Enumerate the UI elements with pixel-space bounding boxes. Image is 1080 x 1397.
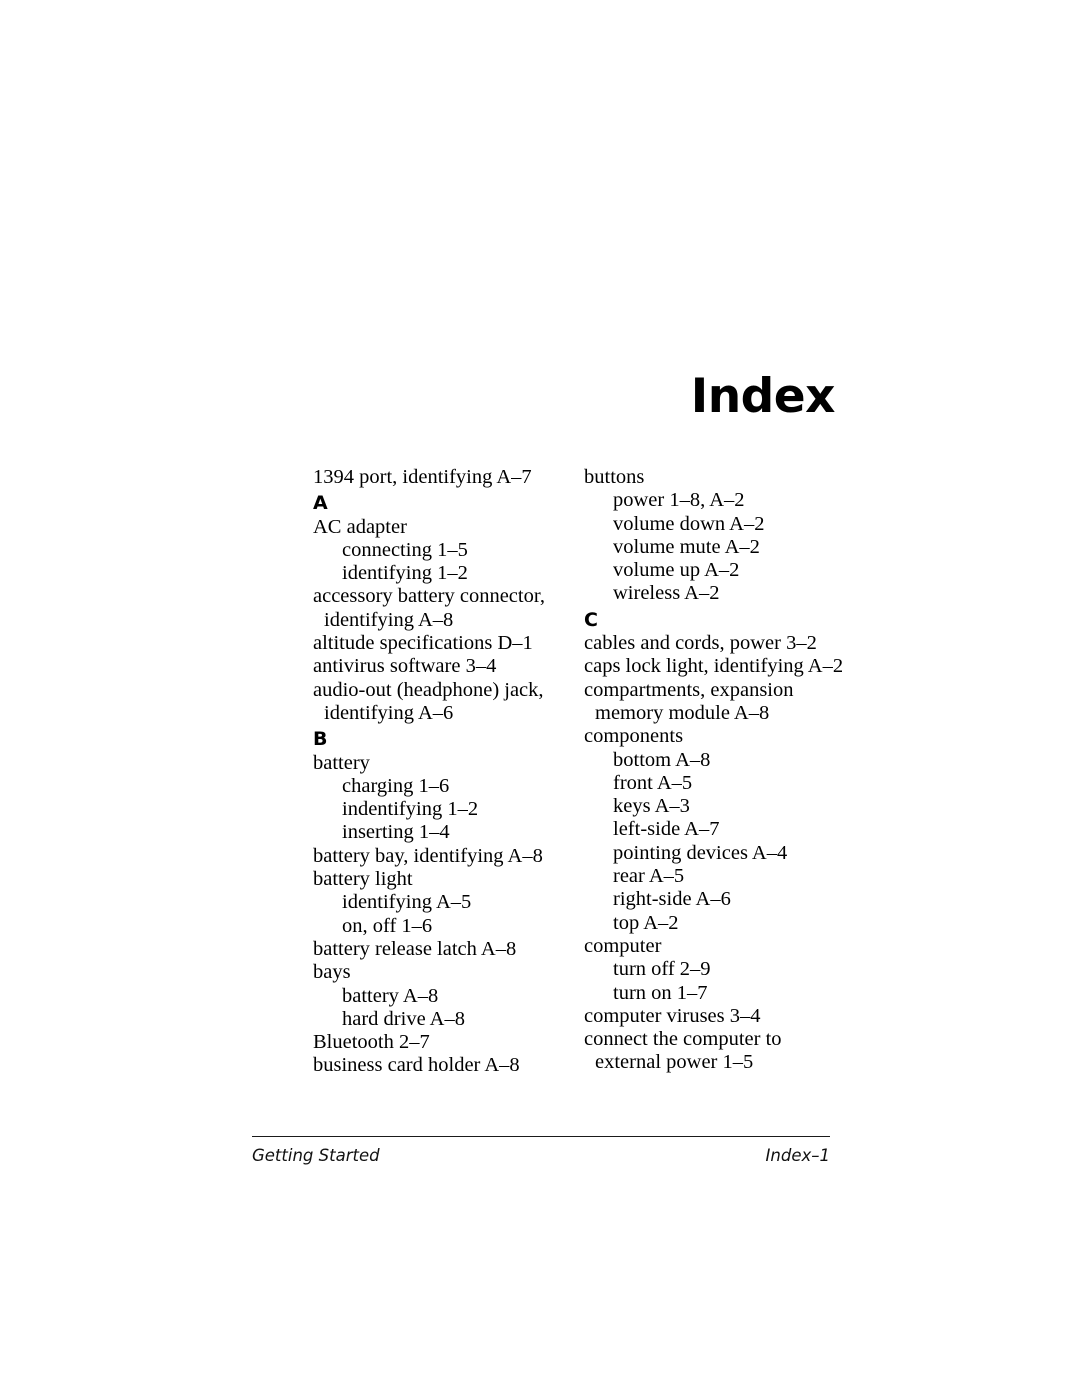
- index-entry: accessory battery connector, identifying…: [313, 585, 545, 631]
- index-letter-heading: C: [584, 608, 598, 631]
- index-subentry: turn on 1–7: [613, 981, 708, 1004]
- index-subentry: rear A–5: [613, 865, 685, 888]
- index-subentry: keys A–3: [613, 795, 690, 818]
- index-subentry: identifying A–5: [342, 891, 472, 914]
- page-title: Index: [690, 369, 836, 425]
- index-entry: antivirus software 3–4: [313, 655, 497, 678]
- index-subentry: battery A–8: [342, 984, 439, 1007]
- index-subentry: turn off 2–9: [613, 958, 711, 981]
- index-subentry: bottom A–8: [613, 748, 711, 771]
- index-entry: AC adapter: [313, 515, 407, 538]
- footer-row: Getting Started Index–1: [252, 1146, 830, 1165]
- index-entry: battery bay, identifying A–8: [313, 844, 543, 867]
- index-column-right: buttons power 1–8, A–2 volume down A–2 volu…: [584, 466, 846, 1075]
- index-entry: battery: [313, 751, 370, 774]
- index-entry: cables and cords, power 3–2: [584, 632, 817, 655]
- index-subentry: volume down A–2: [613, 512, 765, 535]
- index-entry: buttons: [584, 466, 645, 488]
- index-column-left: 1394 port, identifying A–7 A AC adapter con…: [313, 466, 575, 1078]
- index-letter-heading: B: [313, 728, 328, 751]
- index-entry: computer viruses 3–4: [584, 1004, 761, 1027]
- index-subentry: hard drive A–8: [342, 1007, 465, 1030]
- footer-divider: [252, 1136, 830, 1137]
- index-entry: connect the computer to external power 1…: [584, 1028, 782, 1074]
- index-entry: 1394 port, identifying A–7: [313, 466, 532, 488]
- index-subentry: inserting 1–4: [342, 821, 450, 844]
- index-subentry: connecting 1–5: [342, 538, 468, 561]
- index-entry: Bluetooth 2–7: [313, 1031, 430, 1054]
- index-subentry: on, off 1–6: [342, 914, 433, 937]
- index-entry: components: [584, 725, 684, 748]
- index-subentry: power 1–8, A–2: [613, 489, 745, 512]
- index-subentry: right-side A–6: [613, 888, 731, 911]
- index-entry: audio-out (headphone) jack, identifying …: [313, 678, 544, 724]
- index-subentry: volume up A–2: [613, 559, 740, 582]
- index-subentry: top A–2: [613, 911, 679, 934]
- index-entry: battery release latch A–8: [313, 937, 517, 960]
- index-entry: caps lock light, identifying A–2: [584, 655, 844, 678]
- index-subentry: wireless A–2: [613, 582, 720, 605]
- index-subentry: volume mute A–2: [613, 535, 760, 558]
- index-body: 1394 port, identifying A–7 A AC adapter con…: [0, 466, 1080, 1106]
- index-entry: altitude specifications D–1: [313, 632, 533, 655]
- index-entry: computer: [584, 934, 662, 957]
- footer-document-name: Getting Started: [252, 1146, 380, 1165]
- index-letter-heading: A: [313, 492, 328, 515]
- index-subentry: indentifying 1–2: [342, 798, 479, 821]
- index-entry: battery light: [313, 868, 413, 891]
- page-footer: Getting Started Index–1: [252, 1136, 830, 1165]
- index-subentry: pointing devices A–4: [613, 841, 788, 864]
- index-subentry: identifying 1–2: [342, 562, 468, 585]
- footer-page-number: Index–1: [765, 1146, 830, 1165]
- index-subentry: left-side A–7: [613, 818, 720, 841]
- index-entry: business card holder A–8: [313, 1054, 520, 1077]
- index-entry: bays: [313, 961, 351, 984]
- index-subentry: charging 1–6: [342, 774, 450, 797]
- index-subentry: front A–5: [613, 771, 693, 794]
- index-entry: compartments, expansion memory module A–…: [584, 678, 794, 724]
